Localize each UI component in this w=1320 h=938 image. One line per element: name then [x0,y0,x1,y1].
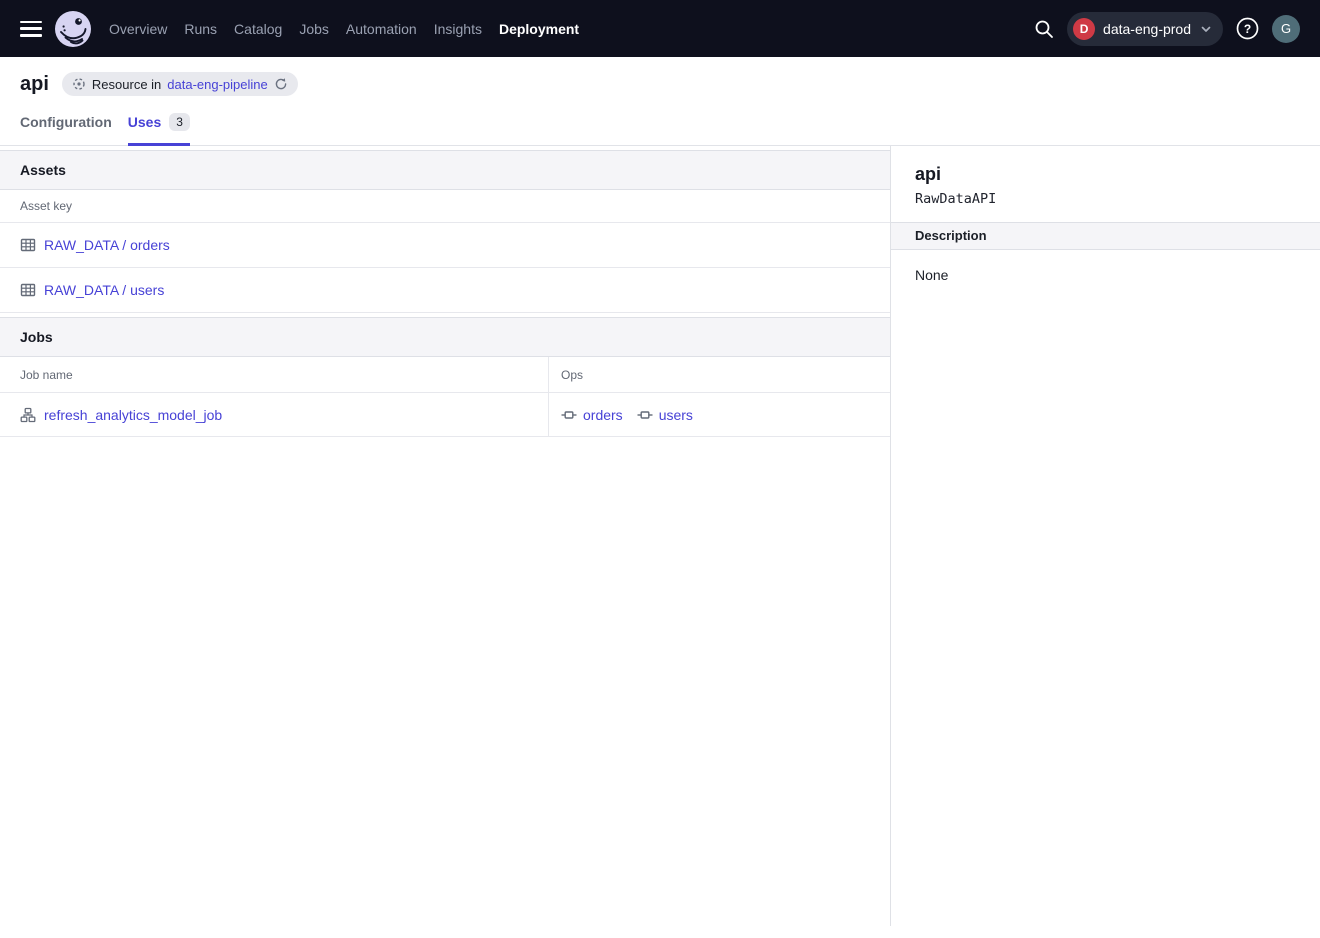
job-link[interactable]: refresh_analytics_model_job [44,407,222,423]
job-graph-icon [20,407,36,423]
top-navigation: Overview Runs Catalog Jobs Automation In… [0,0,1320,57]
tab-bar: Configuration Uses 3 [0,107,1320,146]
user-avatar[interactable]: G [1272,15,1300,43]
nav-item-runs[interactable]: Runs [184,21,217,37]
jobs-section-header: Jobs [0,317,890,357]
tab-uses[interactable]: Uses 3 [128,107,190,145]
panel-description-value: None [891,250,1320,300]
tab-uses-label: Uses [128,114,161,130]
panel-resource-type: RawDataAPI [915,191,1296,207]
asset-table-icon [20,282,36,298]
page-title: api [20,73,49,96]
asset-link[interactable]: RAW_DATA / users [44,282,164,298]
assets-section-header: Assets [0,150,890,190]
op-link[interactable]: users [659,407,693,423]
dagster-logo[interactable] [55,11,91,47]
tab-configuration-label: Configuration [20,114,112,130]
op-icon [637,407,653,423]
resource-detail-panel: api RawDataAPI Description None [890,146,1320,926]
content-area: Assets Asset key RAW_DATA / orders RAW_D… [0,146,1320,926]
jobs-column-header-row: Job name Ops [0,357,890,393]
resource-badge-prefix: Resource in [92,77,161,92]
page-header: api Resource in data-eng-pipeline [0,57,1320,107]
nav-item-deployment[interactable]: Deployment [499,21,579,37]
nav-right-cluster: D data-eng-prod ? G [1033,12,1300,46]
op-chip: users [637,407,693,423]
primary-nav: Overview Runs Catalog Jobs Automation In… [109,21,579,37]
asset-table-icon [20,237,36,253]
asset-row: RAW_DATA / orders [0,223,890,268]
panel-description-label: Description [891,222,1320,250]
nav-item-automation[interactable]: Automation [346,21,417,37]
assets-section-title: Assets [20,162,66,178]
tab-uses-count-badge: 3 [169,113,190,131]
panel-resource-title: api [915,163,1296,185]
tab-configuration[interactable]: Configuration [20,107,112,145]
job-row: refresh_analytics_model_job orders [0,393,890,437]
asset-row: RAW_DATA / users [0,268,890,313]
nav-item-insights[interactable]: Insights [434,21,482,37]
assets-column-header: Asset key [0,190,890,223]
refresh-icon[interactable] [274,77,288,91]
search-icon[interactable] [1033,18,1055,40]
jobs-column-ops: Ops [548,357,890,392]
uses-main-panel: Assets Asset key RAW_DATA / orders RAW_D… [0,146,890,926]
code-location-link[interactable]: data-eng-pipeline [167,77,267,92]
nav-item-catalog[interactable]: Catalog [234,21,282,37]
svg-text:?: ? [1244,22,1251,36]
deployment-switcher[interactable]: D data-eng-prod [1067,12,1223,46]
op-link[interactable]: orders [583,407,623,423]
nav-item-jobs[interactable]: Jobs [299,21,329,37]
chevron-down-icon [1199,22,1213,36]
op-chip: orders [561,407,623,423]
deployment-name: data-eng-prod [1103,21,1191,37]
help-icon[interactable]: ? [1235,16,1260,41]
op-icon [561,407,577,423]
code-location-icon [72,77,86,91]
jobs-column-name: Job name [0,357,548,392]
asset-link[interactable]: RAW_DATA / orders [44,237,170,253]
jobs-section-title: Jobs [20,329,53,345]
deployment-initial-badge: D [1073,18,1095,40]
nav-item-overview[interactable]: Overview [109,21,167,37]
resource-location-badge: Resource in data-eng-pipeline [62,72,298,96]
hamburger-menu-icon[interactable] [20,21,42,37]
